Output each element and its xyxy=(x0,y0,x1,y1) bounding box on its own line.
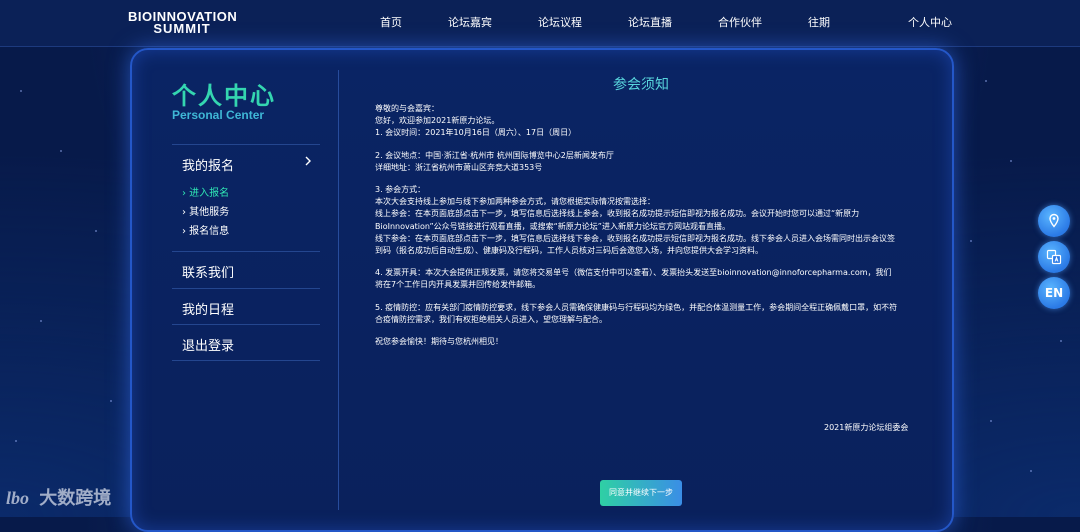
sidebar-divider xyxy=(172,324,320,325)
sidebar-sub-enter-registration[interactable]: › 进入报名 xyxy=(182,184,229,199)
notice-line: 线上参会：在本页面底部点击下一步，填写信息后选择线上参会，收到报名成功提示短信即… xyxy=(375,209,860,219)
nav-agenda[interactable]: 论坛议程 xyxy=(538,0,582,46)
logo-line2: SUMMIT xyxy=(153,21,211,36)
nav-speakers[interactable]: 论坛嘉宾 xyxy=(448,0,492,46)
sidebar-item-schedule[interactable]: 我的日程 xyxy=(182,299,234,318)
notice-line: 本次大会支持线上参加与线下参加两种参会方式，请您根据实际情况按需选择： xyxy=(375,197,655,207)
language-en-icon[interactable]: EN xyxy=(1038,277,1070,309)
notice-line: BioInnovation”公众号链接进行观看直播，或搜索“新原力论坛”进入新原… xyxy=(375,221,730,231)
agree-continue-button[interactable]: 同意并继续下一步 xyxy=(600,480,682,506)
watermark-text: 大数跨境 xyxy=(39,488,112,509)
watermark-logo: lbo xyxy=(6,488,30,508)
top-navbar: BIOINNOVATION SUMMIT 首页 论坛嘉宾 论坛议程 论坛直播 合… xyxy=(0,0,1080,47)
notice-body: 尊敬的与会嘉宾： 您好，欢迎参加2021新原力论坛。 1. 会议时间：2021年10… xyxy=(375,103,915,348)
location-icon[interactable] xyxy=(1038,205,1070,237)
nav-personal-center[interactable]: 个人中心 xyxy=(908,0,952,46)
notice-line: 5. 疫情防控：应有关部门疫情防控要求，线下参会人员需确保健康码与行程码均为绿色… xyxy=(375,302,898,312)
notice-line: 线下参会：在本页面底部点击下一步，填写信息后选择线下参会，收到报名成功提示短信即… xyxy=(375,233,895,243)
notice-line: 2. 会议地点：中国·浙江省·杭州市 杭州国际博览中心2层新闻发布厅 xyxy=(375,150,614,160)
notice-line: 详细地址：浙江省杭州市萧山区奔竞大道353号 xyxy=(375,162,543,172)
sidebar-item-logout[interactable]: 退出登录 xyxy=(182,335,234,354)
notice-line: 到码（报名成功后自动生成）、健康码及行程码，工作人员核对三码后会邀您入场，并向您… xyxy=(375,246,763,256)
notice-line: 3. 参会方式： xyxy=(375,185,426,195)
nav-home[interactable]: 首页 xyxy=(380,0,402,46)
panel-divider xyxy=(338,70,339,510)
notice-spacer xyxy=(375,140,915,150)
sidebar-subtitle: Personal Center xyxy=(172,108,265,122)
watermark: lbo 大数跨境 xyxy=(6,484,111,512)
notice-signature: 2021新原力论坛组委会 xyxy=(824,423,909,432)
main-nav: 首页 论坛嘉宾 论坛议程 论坛直播 合作伙伴 往期 xyxy=(380,0,876,46)
notice-line: 4. 发票开具：本次大会提供正规发票，请您将交易单号（微信支付中可以查看）、发票… xyxy=(375,268,892,278)
nav-live[interactable]: 论坛直播 xyxy=(628,0,672,46)
notice-line: 合疫情防控需求，我们有权拒绝相关人员进入，望您理解与配合。 xyxy=(375,314,607,324)
sidebar-sub-registration-info[interactable]: › 报名信息 xyxy=(182,222,229,237)
sidebar-divider xyxy=(172,144,320,145)
notice-line: 祝您参会愉快！期待与您杭州相见！ xyxy=(375,337,503,347)
notice-spacer xyxy=(375,292,915,302)
notice-line: 尊敬的与会嘉宾： xyxy=(375,104,439,113)
sidebar-divider xyxy=(172,360,320,361)
nav-partners[interactable]: 合作伙伴 xyxy=(718,0,762,46)
notice-spacer xyxy=(375,257,915,267)
notice-title: 参会须知 xyxy=(613,77,669,93)
notice-spacer xyxy=(375,174,915,184)
sidebar-item-my-registration[interactable]: 我的报名 xyxy=(182,155,234,174)
notice-line: 将在7个工作日内开具发票并回传给发件邮箱。 xyxy=(375,280,541,290)
chevron-right-icon[interactable] xyxy=(304,155,312,169)
sidebar-item-contact[interactable]: 联系我们 xyxy=(182,262,234,281)
nav-past[interactable]: 往期 xyxy=(808,0,830,46)
notice-line: 1. 会议时间：2021年10月16日（周六）、17日（周日） xyxy=(375,128,577,138)
bioinnovation-summit-logo[interactable]: BIOINNOVATION SUMMIT xyxy=(128,8,237,40)
translate-icon[interactable] xyxy=(1038,241,1070,273)
sidebar-divider xyxy=(172,288,320,289)
sidebar-divider xyxy=(172,251,320,252)
notice-spacer xyxy=(375,326,915,336)
sidebar-title: 个人中心 xyxy=(172,82,276,110)
sidebar-sub-other-services[interactable]: › 其他服务 xyxy=(182,203,229,218)
notice-line: 您好，欢迎参加2021新原力论坛。 xyxy=(375,116,500,126)
